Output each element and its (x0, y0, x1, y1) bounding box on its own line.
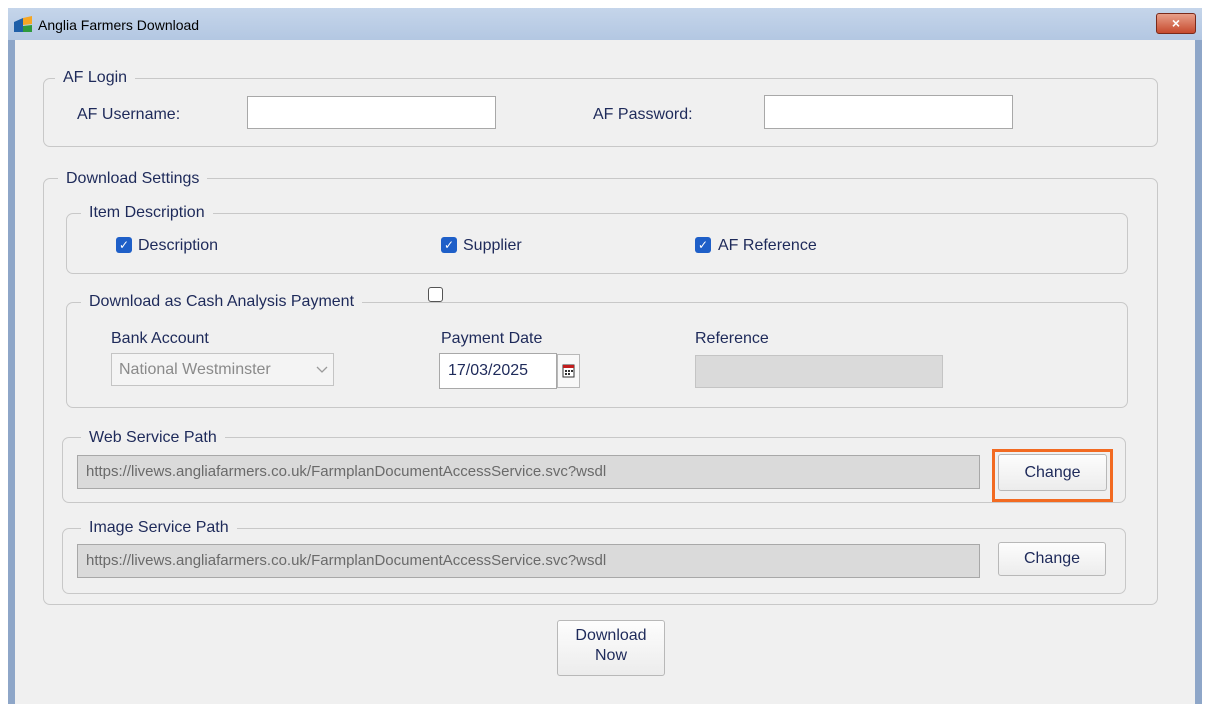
reference-input[interactable] (695, 355, 943, 388)
supplier-label: Supplier (463, 237, 522, 254)
download-now-line1: Download (575, 627, 647, 644)
bank-account-label: Bank Account (111, 330, 209, 347)
cash-analysis-checkbox[interactable] (428, 287, 443, 302)
chevron-down-icon (311, 354, 333, 385)
web-service-path-field[interactable]: https://livews.angliafarmers.co.uk/Farmp… (77, 455, 980, 489)
download-now-line2: Now (594, 647, 627, 664)
cash-analysis-legend-text: Download as Cash Analysis Payment (89, 293, 355, 310)
login-legend: AF Login (55, 69, 136, 87)
web-service-change-button[interactable]: Change (998, 454, 1107, 491)
download-now-button[interactable]: Download Now (557, 620, 665, 676)
calendar-button[interactable] (557, 354, 580, 388)
description-label: Description (138, 237, 219, 254)
calendar-icon (562, 364, 575, 378)
app-window: Anglia Farmers Download × AF Login AF Us… (8, 8, 1202, 704)
password-input[interactable] (764, 95, 1013, 129)
payment-date-label: Payment Date (441, 330, 543, 347)
username-label: AF Username: (77, 106, 181, 123)
web-service-legend: Web Service Path (81, 429, 225, 447)
af-reference-checkbox[interactable]: ✓ (695, 237, 711, 253)
bank-account-value: National Westminster (119, 361, 271, 378)
payment-date-input[interactable]: 17/03/2025 (439, 353, 557, 389)
window-title: Anglia Farmers Download (38, 17, 200, 33)
supplier-checkbox[interactable]: ✓ (441, 237, 457, 253)
image-service-legend: Image Service Path (81, 519, 237, 537)
dialog-body: AF Login AF Username: AF Password: Downl… (15, 40, 1195, 704)
download-settings-legend: Download Settings (58, 170, 208, 188)
username-input[interactable] (247, 96, 496, 129)
image-service-path-field[interactable]: https://livews.angliafarmers.co.uk/Farmp… (77, 544, 980, 578)
bank-account-select[interactable]: National Westminster (111, 353, 334, 386)
description-checkbox[interactable]: ✓ (116, 237, 132, 253)
af-reference-label: AF Reference (718, 237, 817, 254)
item-description-group (66, 213, 1128, 274)
title-bar[interactable]: Anglia Farmers Download × (8, 8, 1202, 40)
item-description-legend: Item Description (81, 204, 213, 222)
close-button[interactable]: × (1156, 13, 1196, 34)
payment-date-value: 17/03/2025 (448, 362, 529, 379)
reference-label: Reference (695, 330, 769, 347)
password-label: AF Password: (593, 106, 693, 123)
cash-analysis-legend: Download as Cash Analysis Payment (81, 293, 363, 311)
app-icon (14, 16, 32, 32)
image-service-change-button[interactable]: Change (998, 542, 1106, 576)
